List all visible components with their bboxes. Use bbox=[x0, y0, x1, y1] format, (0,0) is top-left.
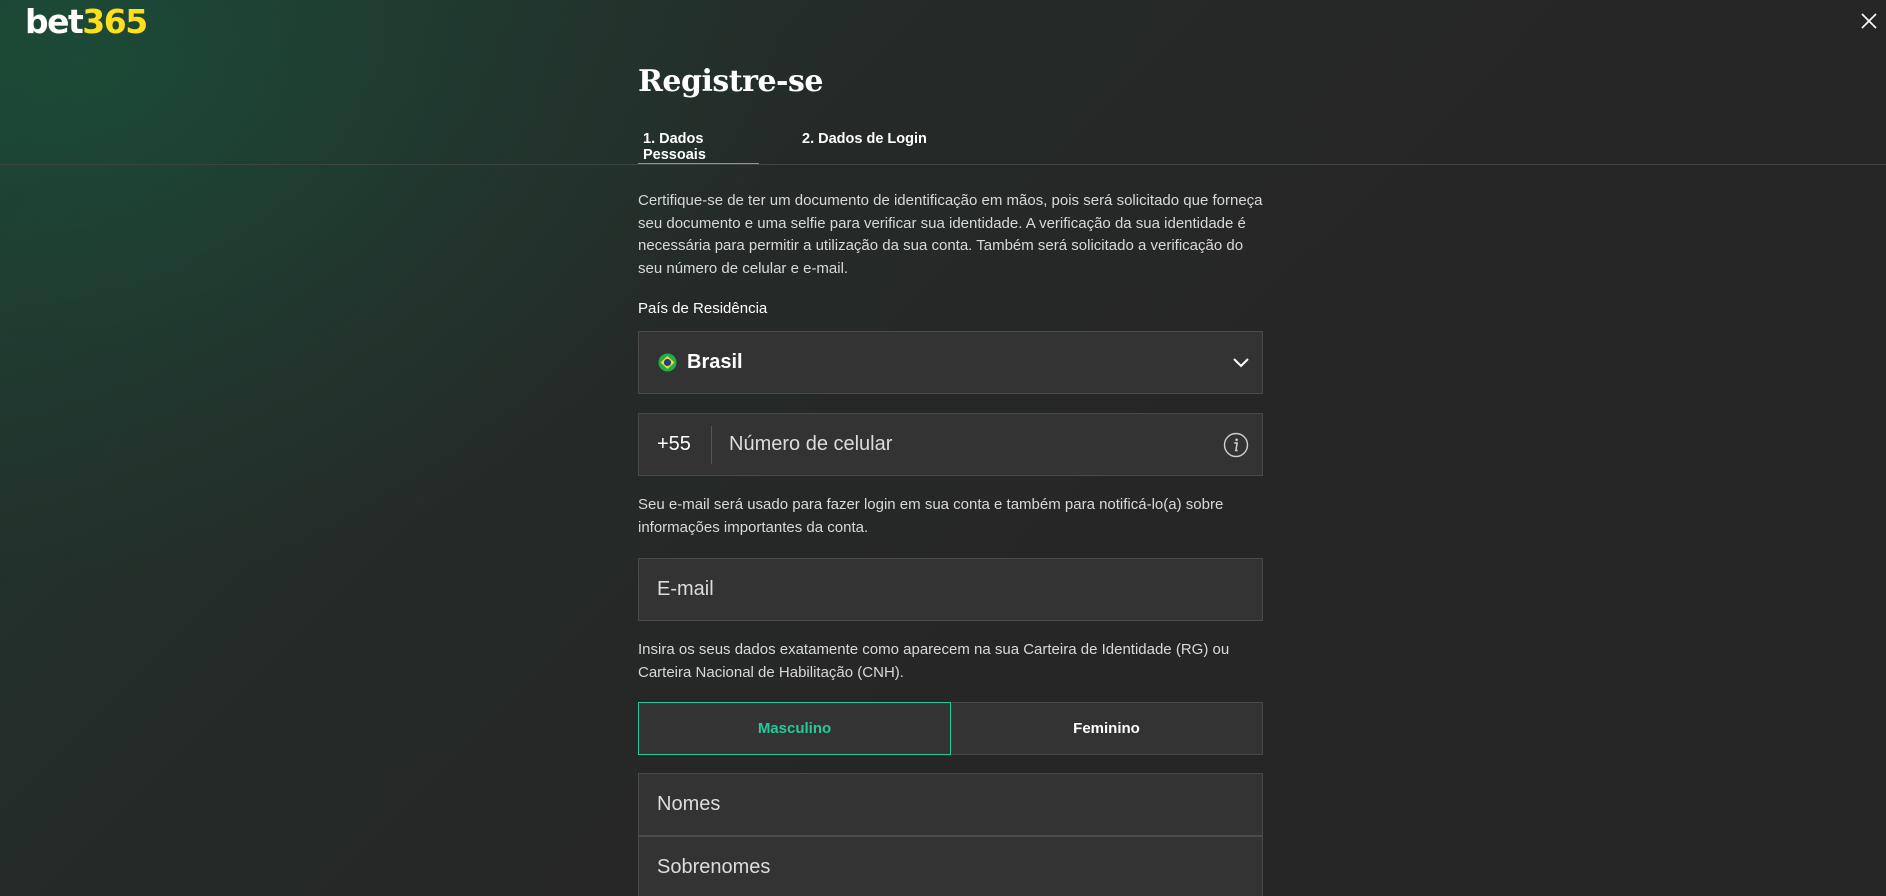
page-title: Registre-se bbox=[638, 64, 823, 99]
email-field[interactable]: E-mail bbox=[638, 558, 1263, 621]
country-select[interactable]: Brasil bbox=[638, 331, 1263, 394]
id-note: Insira os seus dados exatamente como apa… bbox=[638, 641, 1230, 681]
country-value: Brasil bbox=[687, 351, 743, 373]
first-names-field[interactable]: Nomes bbox=[638, 773, 1263, 836]
country-label: País de Residência bbox=[638, 300, 768, 317]
phone-field[interactable]: +55 Número de celular bbox=[638, 413, 1263, 476]
phone-prefix: +55 bbox=[657, 433, 691, 455]
header-divider bbox=[0, 164, 1886, 165]
tab-dados-de-login[interactable]: 2. Dados de Login bbox=[802, 131, 927, 165]
bet365-logo: bet365 bbox=[25, 2, 148, 41]
gender-male-button[interactable]: Masculino bbox=[638, 702, 951, 755]
tab-dados-pessoais[interactable]: 1. Dados Pessoais bbox=[638, 131, 759, 165]
last-names-field[interactable]: Sobrenomes bbox=[638, 836, 1263, 896]
close-icon[interactable] bbox=[1858, 10, 1880, 32]
email-note: Seu e-mail será usado para fazer login e… bbox=[638, 496, 1224, 536]
intro-text: Certifique-se de ter um documento de ide… bbox=[638, 192, 1263, 277]
email-placeholder: E-mail bbox=[657, 578, 714, 600]
phone-input[interactable]: Número de celular bbox=[729, 433, 892, 456]
brazil-flag-icon bbox=[658, 353, 677, 372]
last-names-placeholder: Sobrenomes bbox=[657, 856, 771, 878]
info-icon[interactable] bbox=[1223, 432, 1249, 458]
chevron-down-icon bbox=[1232, 355, 1250, 369]
phone-divider bbox=[711, 426, 712, 464]
first-names-placeholder: Nomes bbox=[657, 793, 721, 815]
gender-female-button[interactable]: Feminino bbox=[950, 702, 1263, 755]
